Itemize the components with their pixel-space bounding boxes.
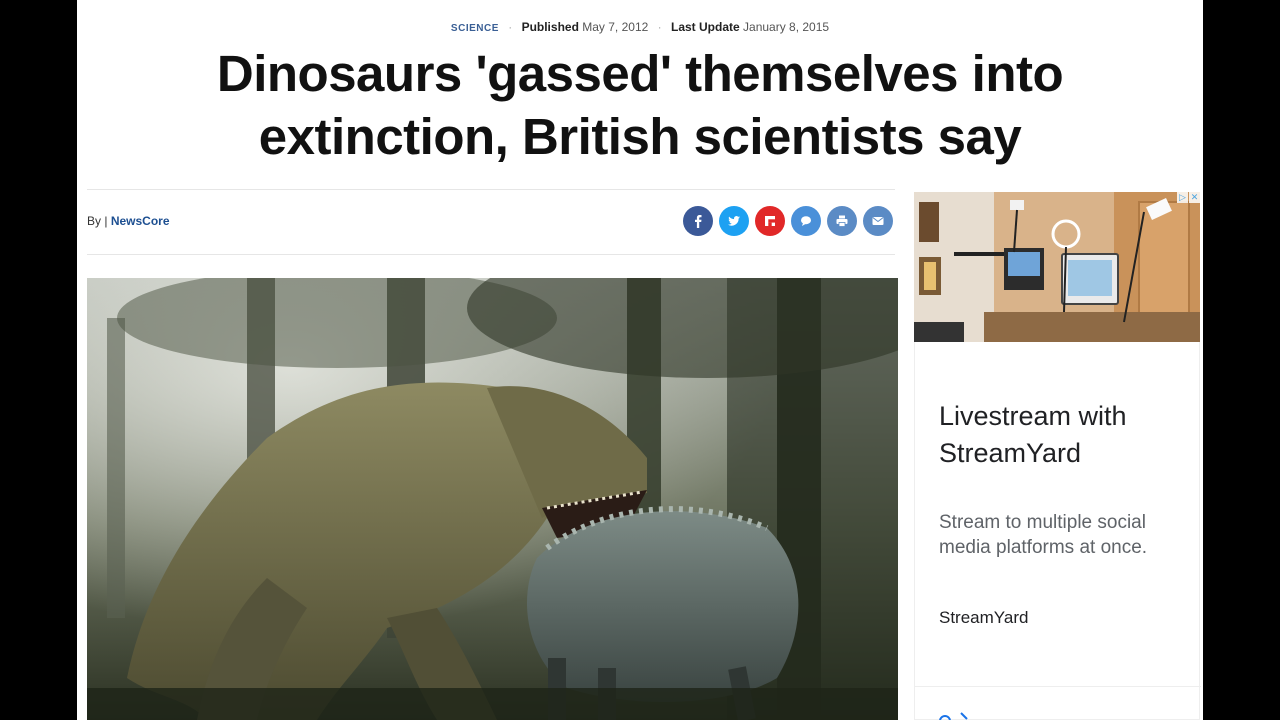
- twitter-icon: [728, 216, 740, 226]
- ad-brand[interactable]: StreamYard: [939, 608, 1028, 628]
- ad-description: Stream to multiple social media platform…: [939, 512, 1148, 558]
- ad-image[interactable]: ▷ ✕: [914, 192, 1200, 342]
- facebook-share-button[interactable]: [683, 206, 713, 236]
- ad-cta-partial[interactable]: [939, 708, 979, 720]
- category-link[interactable]: SCIENCE: [451, 23, 499, 34]
- dinosaur-illustration: [87, 278, 898, 720]
- flipboard-share-button[interactable]: [755, 206, 785, 236]
- adchoices-icon[interactable]: ▷: [1177, 192, 1188, 203]
- print-icon: [836, 215, 848, 227]
- published-date: May 7, 2012: [582, 20, 649, 34]
- divider: [87, 189, 895, 190]
- byline-prefix: By |: [87, 214, 108, 228]
- hero-image: [87, 278, 898, 720]
- flipboard-icon: [765, 216, 775, 226]
- headline-line-2: extinction, British scientists say: [258, 108, 1022, 165]
- share-bar: [683, 206, 899, 236]
- article-meta: SCIENCE · Published May 7, 2012 · Last U…: [450, 20, 830, 34]
- email-share-button[interactable]: [863, 206, 893, 236]
- email-icon: [872, 217, 884, 225]
- byline: By | NewsCore: [87, 214, 170, 228]
- comment-icon: [801, 216, 811, 226]
- ad-title[interactable]: Livestream with StreamYard: [939, 398, 1189, 472]
- author-link[interactable]: NewsCore: [111, 214, 170, 228]
- comment-button[interactable]: [791, 206, 821, 236]
- ad-choices[interactable]: ▷ ✕: [1176, 192, 1200, 203]
- published-label: Published: [521, 20, 579, 34]
- divider: [87, 254, 895, 255]
- article-page: SCIENCE · Published May 7, 2012 · Last U…: [77, 0, 1203, 720]
- ad-panel[interactable]: Livestream with StreamYard Stream to mul…: [914, 342, 1201, 720]
- studio-desk-photo: [914, 192, 1200, 342]
- updated-date: January 8, 2015: [743, 20, 830, 34]
- facebook-icon: [695, 215, 702, 228]
- close-icon[interactable]: ✕: [1189, 192, 1200, 203]
- print-button[interactable]: [827, 206, 857, 236]
- headline-line-1: Dinosaurs 'gassed' themselves into: [216, 45, 1064, 102]
- twitter-share-button[interactable]: [719, 206, 749, 236]
- divider: [915, 686, 1201, 687]
- article-headline: Dinosaurs 'gassed' themselves into extin…: [117, 42, 1163, 168]
- updated-label: Last Update: [670, 20, 740, 34]
